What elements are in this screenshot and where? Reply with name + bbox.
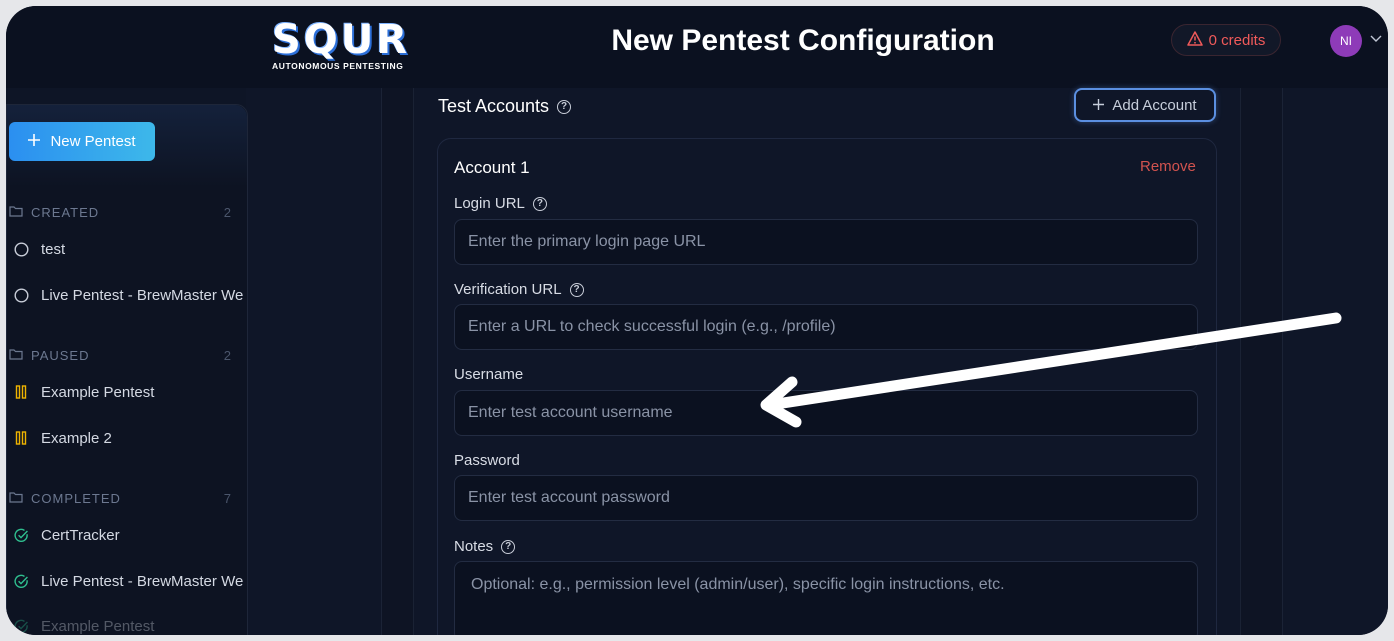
group-label: CREATED: [31, 204, 100, 220]
check-circle-icon: [13, 527, 29, 543]
login-url-label: Login URL ?: [454, 195, 547, 212]
pause-icon: [13, 430, 29, 446]
group-count: 7: [223, 490, 231, 506]
group-header-completed[interactable]: COMPLETED 7: [9, 488, 231, 508]
plus-icon: [28, 133, 41, 150]
group-count: 2: [223, 347, 231, 363]
verification-url-label: Verification URL ?: [454, 281, 584, 298]
group-label: PAUSED: [31, 347, 90, 363]
notes-label: Notes ?: [454, 538, 516, 555]
plus-icon: [1093, 97, 1105, 114]
section-title-label: Test Accounts: [438, 96, 550, 116]
login-url-input[interactable]: Enter the primary login page URL: [454, 219, 1198, 265]
sidebar-item-label: test: [41, 240, 66, 258]
app-window: SQUR AUTONOMOUS PENTESTING New Pentest C…: [6, 6, 1388, 635]
folder-icon: [9, 348, 23, 363]
verification-url-input[interactable]: Enter a URL to check successful login (e…: [454, 304, 1198, 350]
sidebar-item-label: Example Pentest: [41, 383, 155, 401]
password-label: Password: [454, 452, 520, 469]
field-label: Login URL: [454, 195, 525, 212]
help-icon[interactable]: ?: [501, 539, 516, 554]
folder-icon: [9, 491, 23, 506]
warning-icon: [1186, 30, 1203, 50]
new-pentest-button[interactable]: New Pentest: [9, 122, 155, 161]
circle-icon: [13, 241, 29, 257]
input-placeholder: Enter test account password: [468, 489, 670, 506]
credits-badge[interactable]: 0 credits: [1171, 24, 1281, 56]
sidebar-item-example-2[interactable]: Example 2: [13, 426, 249, 450]
notes-textarea[interactable]: Optional: e.g., permission level (admin/…: [454, 561, 1198, 635]
field-label: Verification URL: [454, 281, 562, 298]
circle-icon: [13, 287, 29, 303]
help-icon[interactable]: ?: [557, 99, 572, 114]
new-pentest-label: New Pentest: [50, 133, 136, 150]
sidebar-item-live-pentest-completed[interactable]: Live Pentest - BrewMaster We: [13, 569, 249, 593]
sidebar-item-label: CertTracker: [41, 526, 120, 544]
add-account-label: Add Account: [1112, 96, 1197, 114]
group-header-paused[interactable]: PAUSED 2: [9, 345, 231, 365]
sidebar-item-example-pentest-completed[interactable]: Example Pentest: [13, 614, 249, 635]
sidebar-item-label: Live Pentest - BrewMaster We: [41, 286, 244, 304]
input-placeholder: Enter a URL to check successful login (e…: [468, 318, 836, 335]
chevron-down-icon[interactable]: [1370, 32, 1382, 46]
sidebar: New Pentest CREATED 2 test Live Pentest …: [6, 104, 248, 635]
add-account-button[interactable]: Add Account: [1074, 88, 1216, 122]
field-label: Notes: [454, 538, 494, 555]
sidebar-item-live-pentest[interactable]: Live Pentest - BrewMaster We: [13, 283, 249, 307]
avatar[interactable]: NI: [1330, 25, 1362, 57]
logo-text: SQUR: [272, 17, 411, 63]
username-input[interactable]: Enter test account username: [454, 390, 1198, 436]
sidebar-item-label: Example Pentest: [41, 617, 155, 635]
pause-icon: [13, 384, 29, 400]
input-placeholder: Enter the primary login page URL: [468, 233, 706, 250]
sidebar-item-example-pentest[interactable]: Example Pentest: [13, 380, 249, 404]
sidebar-item-label: Example 2: [41, 429, 112, 447]
top-bar: SQUR AUTONOMOUS PENTESTING New Pentest C…: [6, 6, 1388, 88]
password-input[interactable]: Enter test account password: [454, 475, 1198, 521]
username-label: Username: [454, 366, 523, 383]
logo-subtext: AUTONOMOUS PENTESTING: [272, 61, 404, 71]
logo[interactable]: SQUR AUTONOMOUS PENTESTING: [272, 17, 422, 71]
sidebar-header: New Pentest: [7, 105, 247, 187]
group-count: 2: [223, 204, 231, 220]
group-label: COMPLETED: [31, 490, 121, 506]
sidebar-item-test[interactable]: test: [13, 237, 249, 261]
input-placeholder: Enter test account username: [468, 404, 673, 421]
section-title: Test Accounts ?: [438, 96, 572, 117]
textarea-placeholder: Optional: e.g., permission level (admin/…: [471, 576, 1005, 593]
remove-account-button[interactable]: Remove: [1140, 158, 1196, 175]
check-circle-icon: [13, 618, 29, 634]
group-header-created[interactable]: CREATED 2: [9, 202, 231, 222]
sidebar-item-certtracker[interactable]: CertTracker: [13, 523, 249, 547]
field-label: Password: [454, 452, 520, 469]
sidebar-item-label: Live Pentest - BrewMaster We: [41, 572, 244, 590]
folder-icon: [9, 205, 23, 220]
credits-label: 0 credits: [1208, 31, 1266, 49]
help-icon[interactable]: ?: [569, 282, 584, 297]
account-title: Account 1: [454, 158, 530, 177]
help-icon[interactable]: ?: [532, 196, 547, 211]
field-label: Username: [454, 366, 524, 383]
check-circle-icon: [13, 573, 29, 589]
